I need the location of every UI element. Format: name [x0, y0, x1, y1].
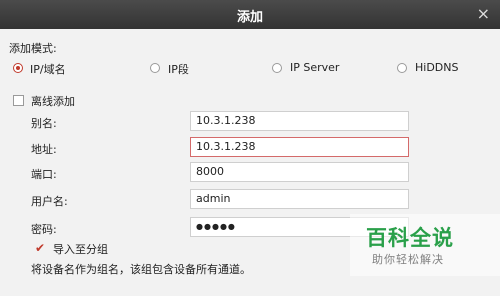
radio-ip-domain-label[interactable]: IP/域名 — [30, 61, 66, 77]
address-field[interactable]: 10.3.1.238 — [190, 137, 409, 157]
radio-ip-server-label[interactable]: IP Server — [290, 61, 339, 74]
alias-field[interactable]: 10.3.1.238 — [190, 111, 409, 131]
add-mode-label: 添加模式: — [9, 42, 57, 55]
address-label: 地址: — [31, 143, 57, 156]
add-device-dialog: 添加 × 添加模式: IP/域名 IP段 IP Server HiDDNS 离线… — [0, 0, 500, 296]
radio-ip-range[interactable] — [150, 63, 160, 73]
username-label: 用户名: — [31, 195, 68, 208]
offline-add-checkbox[interactable] — [13, 95, 24, 106]
radio-hiddns-label[interactable]: HiDDNS — [415, 61, 458, 74]
import-group-label[interactable]: 导入至分组 — [53, 241, 108, 257]
radio-ip-range-label[interactable]: IP段 — [168, 61, 189, 77]
watermark-logo: 百科全说 — [366, 226, 454, 250]
radio-hiddns[interactable] — [397, 63, 407, 73]
group-hint-text: 将设备名作为组名，该组包含设备所有通道。 — [31, 263, 251, 276]
close-icon[interactable]: × — [477, 5, 490, 23]
import-group-check-icon[interactable]: ✔ — [35, 242, 45, 254]
alias-label: 别名: — [31, 117, 57, 130]
radio-ip-domain[interactable] — [13, 63, 23, 73]
port-field[interactable]: 8000 — [190, 162, 409, 182]
dialog-title: 添加 — [236, 10, 263, 25]
offline-add-label[interactable]: 离线添加 — [31, 93, 75, 109]
watermark-subtitle: 助你轻松解决 — [372, 253, 444, 266]
port-label: 端口: — [31, 168, 57, 181]
password-label: 密码: — [31, 223, 57, 236]
radio-ip-server[interactable] — [272, 63, 282, 73]
dialog-titlebar: 添加 × — [0, 0, 500, 29]
username-field[interactable]: admin — [190, 189, 409, 209]
